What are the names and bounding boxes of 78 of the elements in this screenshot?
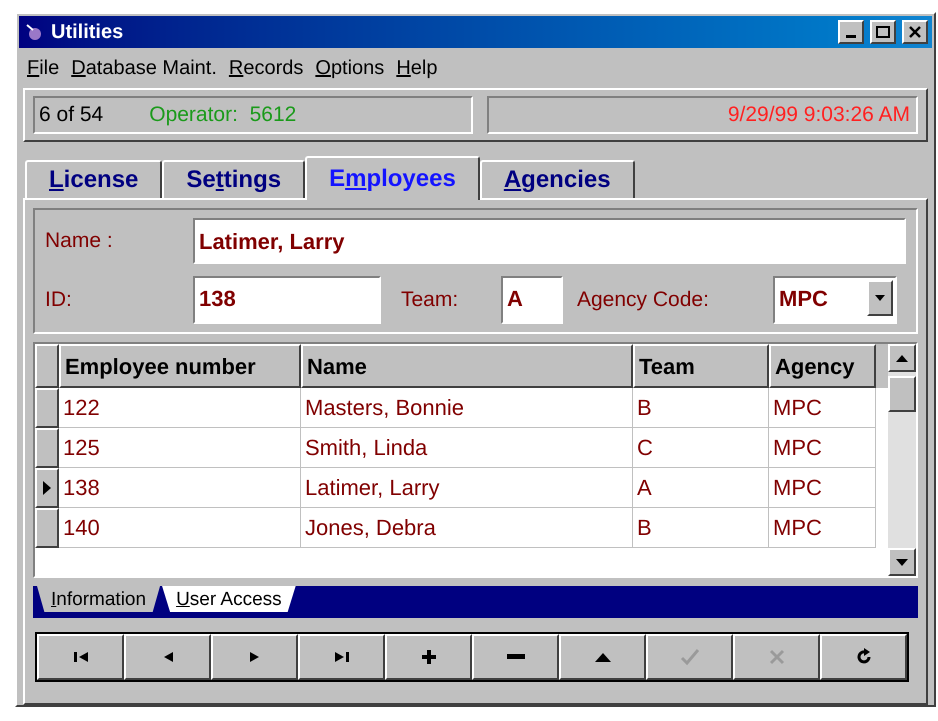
checkmark-icon (680, 648, 700, 666)
column-header[interactable]: Team (633, 344, 769, 388)
team-label: Team: (401, 287, 460, 314)
navigator-button[interactable] (211, 634, 298, 680)
table-cell: B (633, 508, 769, 548)
operator-text: Operator: 5612 (149, 102, 296, 128)
menu-item[interactable]: Records (224, 53, 308, 83)
row-indicator[interactable] (35, 428, 59, 468)
navigator-button[interactable] (820, 634, 907, 680)
table-cell: 125 (59, 428, 301, 468)
up-triangle-icon (594, 651, 612, 663)
navigator-button[interactable] (37, 634, 124, 680)
id-label: ID: (45, 287, 73, 314)
maximize-button[interactable] (870, 20, 896, 44)
tab[interactable]: Employees (305, 156, 480, 200)
table-cell: Jones, Debra (301, 508, 633, 548)
column-header[interactable]: Name (301, 344, 633, 388)
refresh-icon (854, 648, 872, 666)
table-cell: 138 (59, 468, 301, 508)
column-header[interactable]: Employee number (59, 344, 301, 388)
plus-icon (420, 649, 436, 665)
dropdown-button[interactable] (867, 280, 893, 316)
row-indicator[interactable] (35, 508, 59, 548)
agency-dropdown[interactable]: MPC (773, 276, 897, 324)
table-cell: C (633, 428, 769, 468)
table-cell: MPC (769, 388, 876, 428)
right-triangle-icon (248, 650, 262, 664)
vertical-scrollbar[interactable] (888, 344, 916, 576)
name-label: Name : (45, 228, 114, 254)
id-field[interactable]: 138 (193, 276, 381, 324)
menu-item[interactable]: Options (311, 53, 388, 83)
navigator-button[interactable] (124, 634, 211, 680)
scroll-down-button[interactable] (888, 548, 916, 576)
column-header[interactable]: Agency (769, 344, 876, 388)
window-title: Utilities (51, 20, 124, 45)
bottom-tab[interactable]: User Access (162, 586, 296, 612)
table-cell: 122 (59, 388, 301, 428)
table-cell: MPC (769, 428, 876, 468)
cross-icon (768, 648, 786, 666)
scroll-thumb[interactable] (888, 376, 916, 412)
team-field[interactable]: A (501, 276, 563, 324)
menu-item[interactable]: Help (392, 53, 442, 83)
table-cell: Latimer, Larry (301, 468, 633, 508)
bottom-tab[interactable]: Information (37, 586, 160, 612)
table-cell: MPC (769, 508, 876, 548)
table-cell: 140 (59, 508, 301, 548)
table-cell: A (633, 468, 769, 508)
menu-item[interactable]: File (23, 53, 64, 83)
menu-item[interactable]: Database Maint. (67, 53, 221, 83)
record-count: 6 of 54 (39, 102, 104, 128)
table-cell: Masters, Bonnie (301, 388, 633, 428)
navigator-button[interactable] (559, 634, 646, 680)
tab[interactable]: Agencies (480, 160, 635, 198)
row-indicator[interactable] (35, 388, 59, 428)
close-button[interactable] (902, 20, 928, 44)
first-record-icon (72, 650, 90, 664)
datetime-text: 9/29/99 9:03:26 AM (728, 102, 910, 128)
navigator-button[interactable] (472, 634, 559, 680)
minimize-button[interactable] (838, 20, 864, 44)
caret-icon (875, 295, 885, 301)
row-indicator[interactable] (35, 468, 59, 508)
name-field[interactable]: Latimer, Larry (193, 218, 906, 264)
table-cell: Smith, Linda (301, 428, 633, 468)
maximize-icon (876, 26, 890, 38)
down-arrow-icon (896, 558, 908, 566)
minus-icon (506, 654, 524, 660)
table-cell: B (633, 388, 769, 428)
current-row-icon (43, 481, 51, 495)
agency-code-label: Agency Code: (577, 287, 710, 314)
up-arrow-icon (896, 354, 908, 362)
close-icon (909, 26, 921, 38)
minimize-icon (846, 34, 856, 38)
navigator-button[interactable] (385, 634, 472, 680)
scroll-up-button[interactable] (888, 344, 916, 372)
last-record-icon (332, 650, 350, 664)
navigator-button[interactable] (298, 634, 385, 680)
tab[interactable]: License (25, 160, 162, 198)
table-cell: MPC (769, 468, 876, 508)
